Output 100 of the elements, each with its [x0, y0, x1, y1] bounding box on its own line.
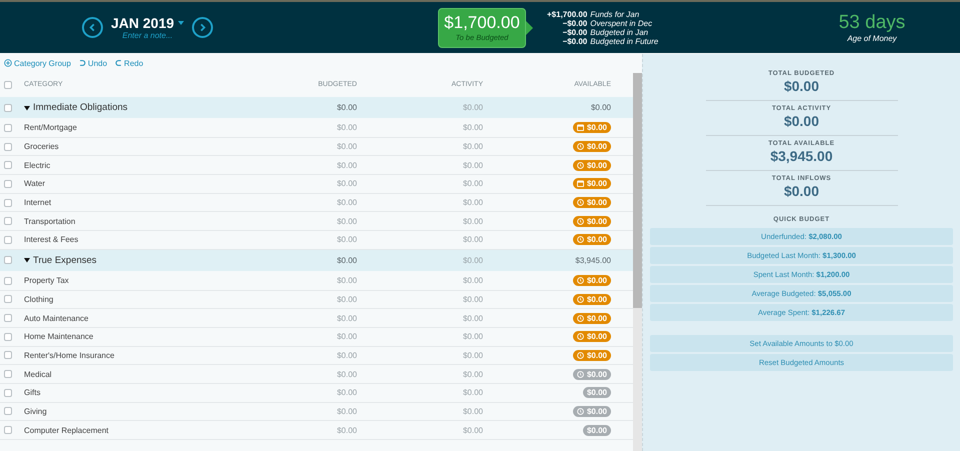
available-pill[interactable]: $0.00 [582, 424, 611, 436]
previous-month-button[interactable] [82, 17, 103, 38]
budgeted-amount[interactable]: $0.00 [257, 160, 357, 170]
available-pill[interactable]: $0.00 [572, 350, 611, 361]
checkbox[interactable] [4, 332, 12, 341]
available-pill[interactable]: $0.00 [572, 197, 611, 208]
clock-icon [576, 162, 584, 169]
budgeted-amount[interactable]: $0.00 [257, 406, 357, 416]
checkbox[interactable] [4, 351, 12, 360]
available-pill[interactable]: $0.00 [572, 178, 611, 190]
breakdown-amount: +$1,700.00 [547, 10, 588, 18]
checkbox[interactable] [4, 104, 12, 112]
toolbar-button[interactable]: Redo [115, 58, 144, 68]
available-pill[interactable]: $0.00 [572, 160, 611, 171]
checkbox[interactable] [4, 217, 12, 226]
checkbox[interactable] [4, 142, 12, 151]
month-selector[interactable]: JAN 2019 [111, 15, 184, 31]
category-group-row[interactable]: Immediate Obligations $0.00 $0.00 $0.00 [0, 97, 633, 119]
available-pill[interactable]: $0.00 [572, 312, 611, 324]
category-name[interactable]: Interest & Fees [24, 235, 257, 244]
clock-icon [576, 296, 584, 303]
budgeted-amount[interactable]: $0.00 [257, 179, 357, 188]
available-pill[interactable]: $0.00 [572, 141, 611, 152]
checkbox[interactable] [4, 426, 12, 434]
collapse-triangle-icon[interactable] [24, 104, 30, 110]
checkbox[interactable] [4, 124, 12, 132]
available-pill[interactable]: $0.00 [572, 294, 611, 305]
available-pill[interactable]: $0.00 [572, 331, 611, 342]
toolbar-button[interactable]: Undo [78, 58, 108, 68]
breakdown-label: Overspent in Dec [590, 18, 654, 28]
next-month-button[interactable] [192, 17, 214, 38]
category-name[interactable]: Auto Maintenance [24, 314, 257, 323]
budgeted-amount[interactable]: $0.00 [257, 350, 357, 360]
checkbox[interactable] [4, 276, 12, 285]
clock-icon [576, 333, 584, 340]
budgeted-amount[interactable]: $0.00 [257, 332, 357, 342]
category-name[interactable]: Computer Replacement [24, 426, 257, 435]
group-name: True Expenses [33, 254, 97, 266]
category-name[interactable]: Internet [24, 198, 257, 208]
total-value: $0.00 [784, 183, 820, 199]
budgeted-amount[interactable]: $0.00 [257, 142, 357, 152]
checkbox[interactable] [4, 80, 12, 88]
category-name[interactable]: Property Tax [24, 276, 257, 286]
activity-amount: $0.00 [462, 142, 483, 152]
checkbox[interactable] [4, 314, 12, 322]
activity-amount: $0.00 [462, 426, 483, 435]
toolbar-button[interactable]: Category Group [4, 58, 71, 68]
category-name[interactable]: Clothing [24, 294, 257, 304]
clock-icon [576, 236, 584, 244]
checkbox[interactable] [4, 295, 12, 304]
category-name[interactable]: Giving [24, 406, 257, 416]
available-pill[interactable]: $0.00 [572, 406, 611, 417]
clock-icon [576, 277, 584, 284]
budgeted-amount[interactable]: $0.00 [257, 198, 357, 208]
note-field[interactable]: Enter a note... [118, 31, 178, 40]
category-name[interactable]: Electric [24, 160, 257, 170]
budgeted-amount[interactable]: $0.00 [257, 388, 357, 398]
undo-icon [78, 59, 86, 67]
available-pill[interactable]: $0.00 [572, 122, 611, 134]
checkbox[interactable] [4, 370, 12, 378]
checkbox[interactable] [4, 388, 12, 397]
category-name[interactable]: Renter's/Home Insurance [24, 350, 257, 360]
checkbox[interactable] [4, 161, 12, 170]
checkbox[interactable] [4, 256, 12, 264]
budgeted-amount[interactable]: $0.00 [257, 370, 357, 379]
activity-amount: $0.00 [462, 388, 483, 398]
category-name[interactable]: Transportation [24, 216, 257, 226]
category-name[interactable]: Rent/Mortgage [24, 123, 257, 132]
collapse-triangle-icon[interactable] [24, 257, 30, 264]
scrollbar[interactable] [633, 73, 642, 451]
redo-icon [115, 59, 122, 67]
category-name[interactable]: Water [24, 179, 257, 188]
checkbox[interactable] [4, 236, 12, 244]
category-group-row[interactable]: True Expenses $0.00 $0.00 $3,945.00 [0, 250, 633, 272]
available-pill[interactable]: $0.00 [572, 275, 611, 286]
available-pill[interactable]: $0.00 [572, 216, 611, 227]
group-available: $3,945.00 [574, 256, 611, 265]
category-name[interactable]: Groceries [24, 142, 257, 152]
budgeted-amount[interactable]: $0.00 [257, 216, 357, 226]
budgeted-amount[interactable]: $0.00 [257, 294, 357, 304]
checkbox[interactable] [4, 180, 12, 188]
breakdown-label: Budgeted in Jan [590, 28, 650, 36]
breakdown-amount: −$0.00 [562, 28, 588, 36]
category-name[interactable]: Medical [24, 370, 257, 379]
available-pill[interactable]: $0.00 [582, 387, 611, 398]
breakdown-amount: −$0.00 [562, 36, 588, 46]
activity-amount: $0.00 [462, 123, 483, 132]
category-name[interactable]: Home Maintenance [24, 332, 257, 342]
available-pill[interactable]: $0.00 [572, 368, 611, 380]
budgeted-amount[interactable]: $0.00 [257, 235, 357, 244]
budgeted-amount[interactable]: $0.00 [257, 426, 357, 435]
activity-amount: $0.00 [462, 276, 483, 286]
budgeted-amount[interactable]: $0.00 [257, 276, 357, 286]
available-pill[interactable]: $0.00 [572, 234, 611, 246]
budgeted-amount[interactable]: $0.00 [257, 123, 357, 132]
checkbox[interactable] [4, 198, 12, 207]
checkbox[interactable] [4, 407, 12, 416]
category-name[interactable]: Gifts [24, 388, 257, 398]
activity-amount: $0.00 [462, 406, 483, 416]
budgeted-amount[interactable]: $0.00 [257, 314, 357, 323]
